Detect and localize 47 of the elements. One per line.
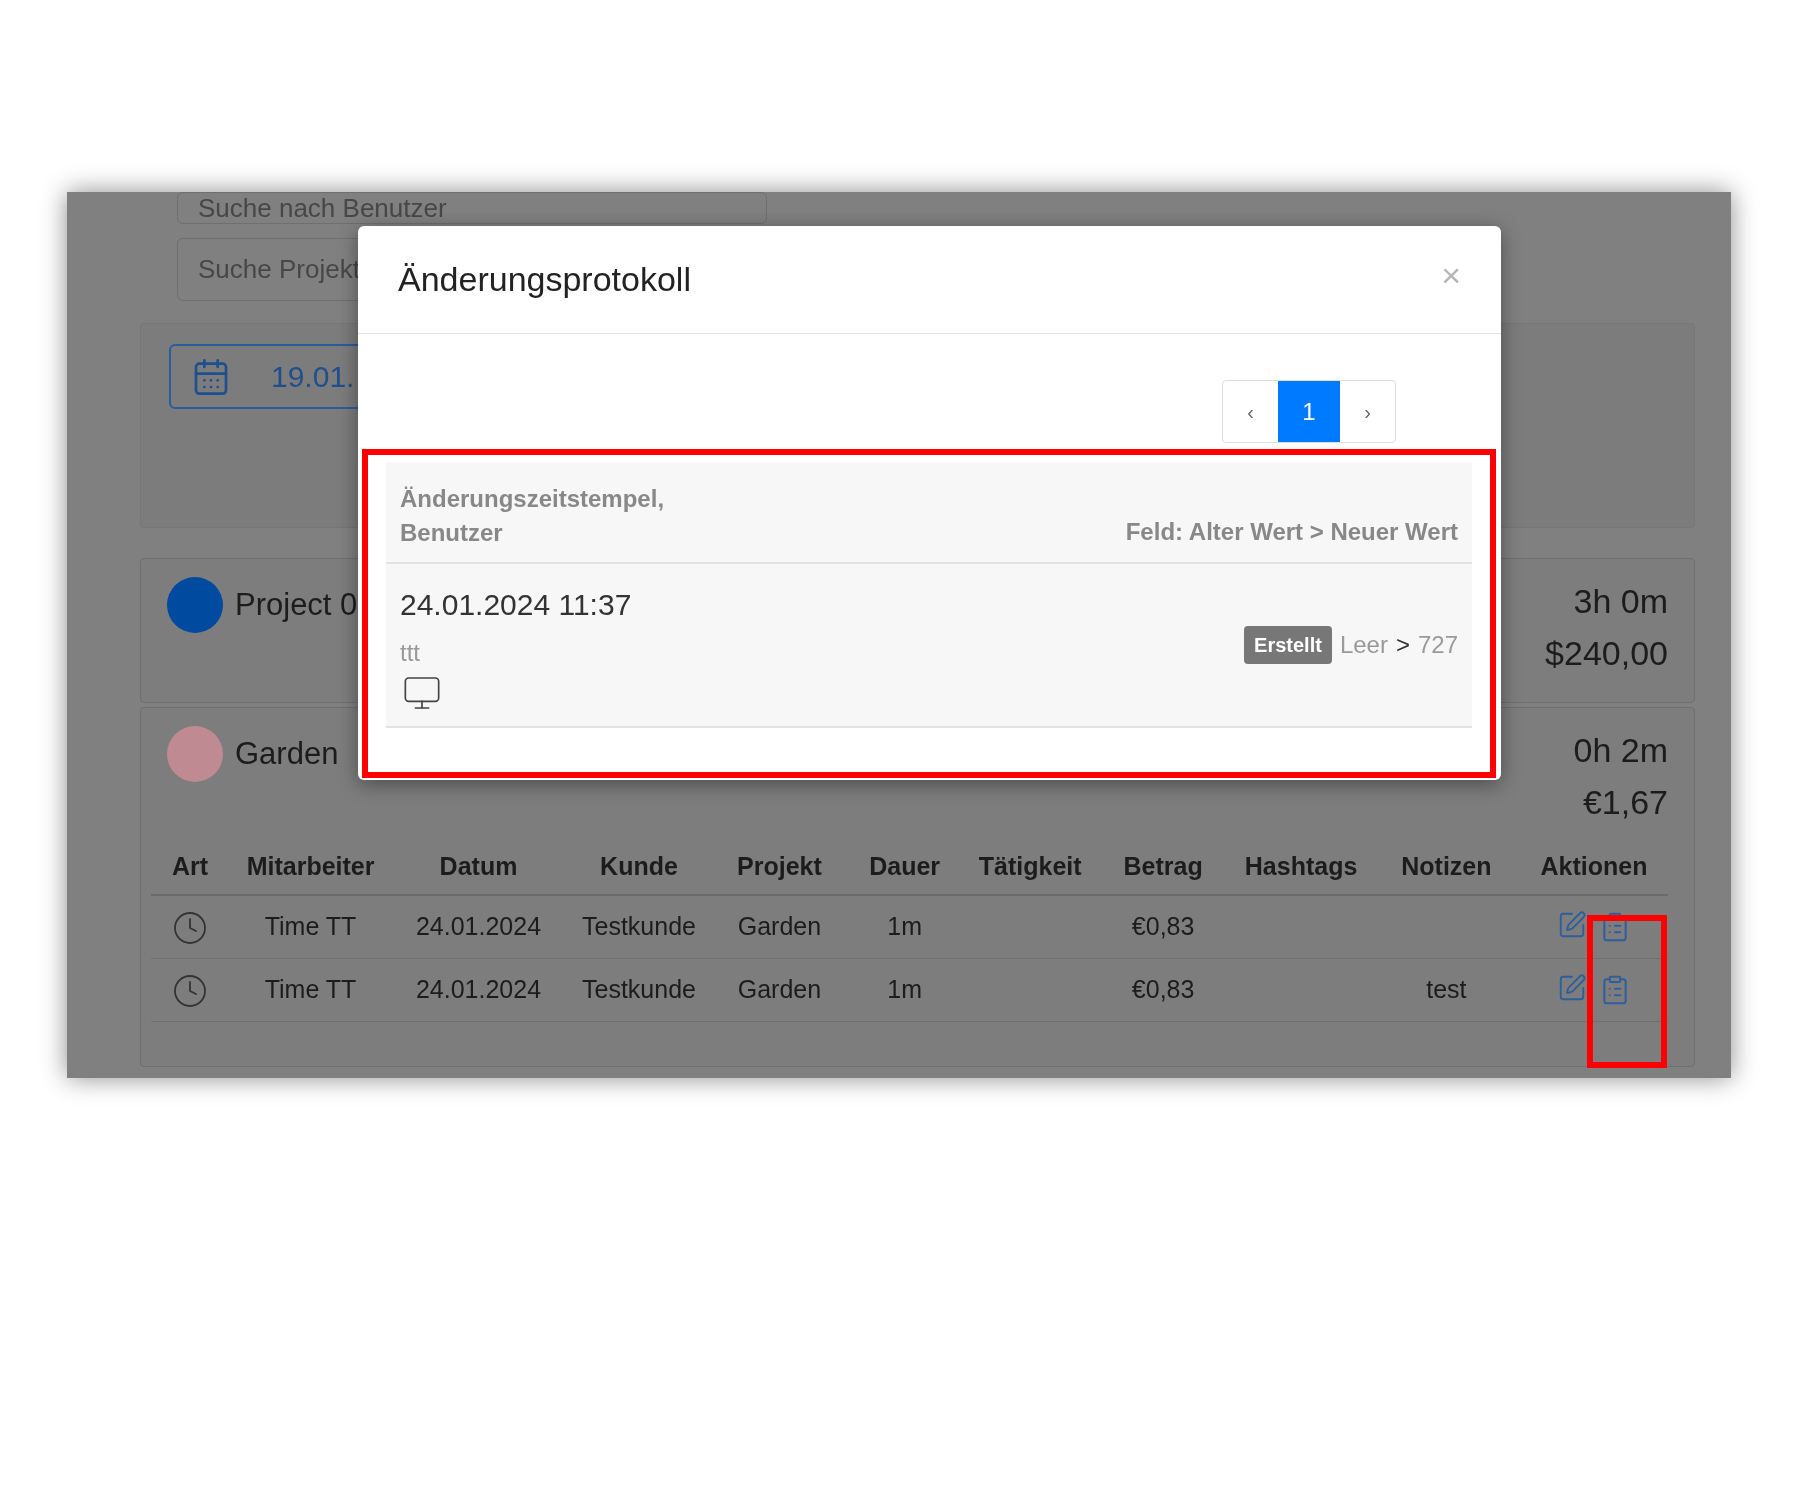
table-cell: 24.01.2024	[415, 975, 542, 1004]
next-page-button[interactable]: ›	[1340, 381, 1395, 442]
project-name: Garden	[235, 734, 339, 773]
table-cell: Time TT	[264, 911, 357, 940]
column-header: Aktionen	[1540, 852, 1648, 880]
table-cell: Testkunde	[582, 911, 696, 940]
column-header: Änderungszeitstempel, Benutzer	[400, 484, 666, 548]
column-header: Mitarbeiter	[246, 852, 375, 880]
page-button[interactable]: 1	[1278, 381, 1340, 442]
clock-icon	[171, 909, 208, 946]
project-amount: $240,00	[1545, 633, 1668, 674]
table-cell: Garden	[737, 975, 822, 1004]
column-header: Projekt	[737, 852, 822, 880]
table-cell: Time TT	[264, 975, 357, 1004]
column-header: Art	[171, 852, 208, 880]
table-cell: €0,83	[1131, 911, 1195, 940]
table-cell: 1m	[887, 975, 922, 1004]
project-duration: 3h 0m	[1573, 581, 1668, 622]
table-cell: 24.01.2024	[415, 911, 542, 940]
table-cell: 1m	[887, 911, 922, 940]
column-header: Notizen	[1401, 852, 1492, 880]
project-name: Project 0	[235, 585, 358, 624]
column-header: Kunde	[600, 852, 678, 880]
change-separator: >	[1395, 630, 1410, 660]
column-header: Dauer	[869, 852, 941, 880]
status-badge: Erstellt	[1244, 626, 1332, 664]
column-header: Betrag	[1123, 852, 1203, 880]
column-header: Hashtags	[1244, 852, 1358, 880]
previous-page-button[interactable]: ‹	[1223, 381, 1278, 442]
clock-icon	[171, 973, 208, 1010]
column-header: Feld: Alter Wert > Neuer Wert	[1125, 517, 1458, 547]
column-header: Tätigkeit	[978, 852, 1082, 880]
project-amount: €1,67	[1582, 782, 1668, 823]
table-cell: €0,83	[1131, 975, 1195, 1004]
project-duration: 0h 2m	[1573, 730, 1668, 771]
change-user: ttt	[400, 638, 421, 668]
column-header: Datum	[439, 852, 518, 880]
table-cell: test	[1426, 975, 1467, 1004]
table-cell: Garden	[737, 911, 822, 940]
new-value: 727	[1417, 630, 1458, 660]
date-value: 19.01.	[271, 359, 355, 395]
edit-icon[interactable]	[1557, 909, 1587, 940]
modal-title: Änderungsprotokoll	[398, 259, 691, 300]
table-cell: Testkunde	[582, 975, 696, 1004]
old-value: Leer	[1339, 630, 1388, 660]
change-timestamp: 24.01.2024 11:37	[400, 587, 632, 623]
search-field[interactable]: Suche nach Benutzer	[177, 192, 767, 224]
